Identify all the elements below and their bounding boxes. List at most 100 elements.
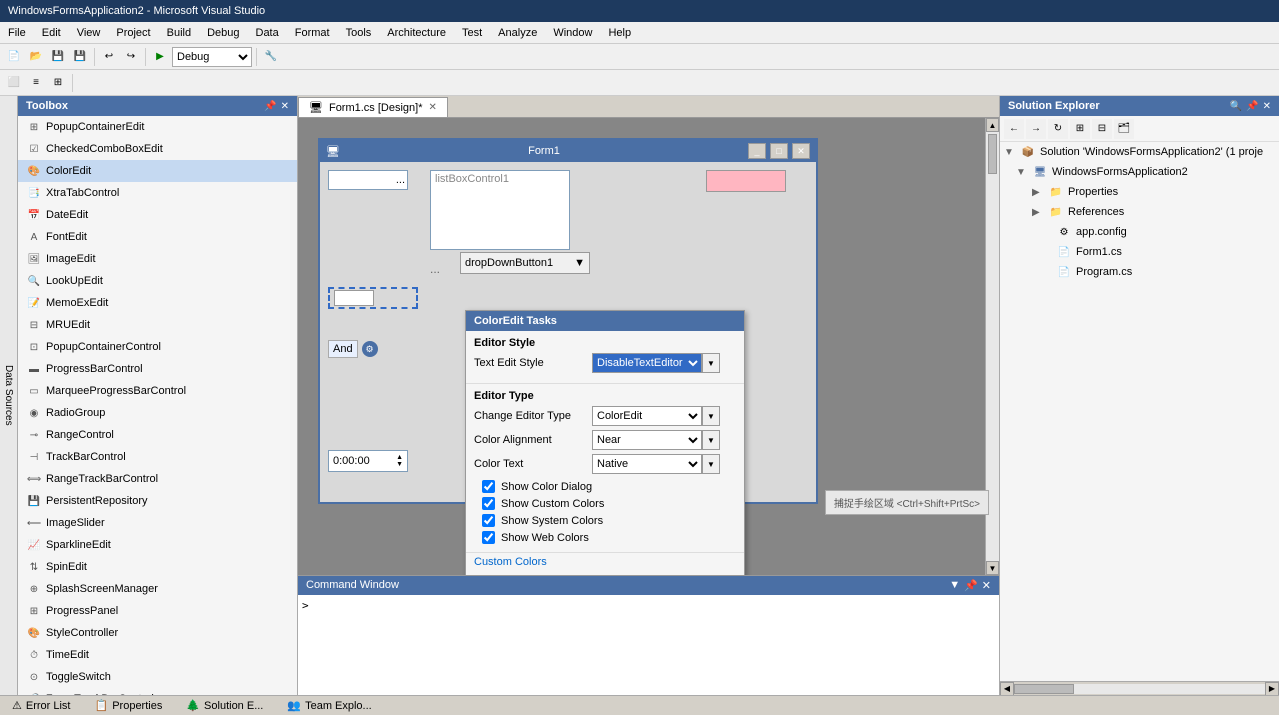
form-textbox-1[interactable]: ... [328,170,408,190]
bottom-tab-solutionexplorer[interactable]: 🌲 Solution E... [174,697,275,714]
se-showallfiles-btn[interactable]: 🗂 [1114,119,1134,139]
se-forward-btn[interactable]: → [1026,119,1046,139]
tree-item-appconfig[interactable]: ⚙ app.config [1000,222,1279,242]
toolbox-item-radiogroup[interactable]: ◉ RadioGroup [18,402,297,424]
change-editor-type-arrow[interactable]: ▼ [702,406,720,426]
hscrollbar-right-btn[interactable]: ▶ [1265,682,1279,696]
menu-analyze[interactable]: Analyze [490,25,545,41]
form-window[interactable]: 🖥 Form1 _ □ ✕ ... listB [318,138,818,504]
color-text-dropdown[interactable]: Native [592,454,702,474]
toolbox-item-imageslider[interactable]: ⟵ ImageSlider [18,512,297,534]
toolbox-close-btn[interactable]: ✕ [281,101,289,112]
save-btn[interactable]: 💾 [48,47,68,67]
menu-data[interactable]: Data [248,25,287,41]
tree-item-references[interactable]: ▶ 📁 References [1000,202,1279,222]
se-refresh-btn[interactable]: ↻ [1048,119,1068,139]
menu-window[interactable]: Window [545,25,600,41]
open-file-btn[interactable]: 📂 [26,47,46,67]
toolbox-item-dateedit[interactable]: 📅 DateEdit [18,204,297,226]
change-editor-type-dropdown[interactable]: ColorEdit [592,406,702,426]
form-time-spinner[interactable]: ▲ ▼ [396,454,403,468]
learn-more-link[interactable]: Learn More Online [466,571,744,575]
text-edit-style-dropdown[interactable]: DisableTextEditor [592,353,702,373]
form-minimize-btn[interactable]: _ [748,143,766,159]
tree-item-form1cs[interactable]: 📄 Form1.cs [1000,242,1279,262]
form-maximize-btn[interactable]: □ [770,143,788,159]
designer-tab-form1[interactable]: 🖥 Form1.cs [Design]* ✕ [298,97,448,117]
toolbox-item-imageedit[interactable]: 🖼 ImageEdit [18,248,297,270]
tree-expand-project[interactable]: ▼ [1016,167,1028,178]
menu-tools[interactable]: Tools [338,25,380,41]
menu-view[interactable]: View [69,25,109,41]
solution-explorer-pin-btn[interactable]: 📌 [1246,101,1258,112]
toolbox-item-lookupedit[interactable]: 🔍 LookUpEdit [18,270,297,292]
toolbox-item-fontedit[interactable]: A FontEdit [18,226,297,248]
solution-explorer-hscrollbar[interactable]: ◀ ▶ [1000,681,1279,695]
cmd-pin-btn[interactable]: 📌 [964,579,978,592]
cmd-dropdown-btn[interactable]: ▼ [949,579,960,592]
hscrollbar-track[interactable] [1014,684,1265,694]
toolbox-item-mruedit[interactable]: ⊟ MRUEdit [18,314,297,336]
toolbox-item-persistentrepo[interactable]: 💾 PersistentRepository [18,490,297,512]
se-expand-btn[interactable]: ⊞ [1070,119,1090,139]
hscrollbar-thumb[interactable] [1014,684,1074,694]
menu-architecture[interactable]: Architecture [379,25,454,41]
tree-item-project[interactable]: ▼ 🖥 WindowsFormsApplication2 [1000,162,1279,182]
new-project-btn[interactable]: 📄 [4,47,24,67]
form-dropdown-btn[interactable]: dropDownButton1 ▼ [460,252,590,274]
format-btn[interactable]: ⬜ [4,73,24,93]
toolbox-item-toggleswitch[interactable]: ⊙ ToggleSwitch [18,666,297,688]
form-listbox-1[interactable]: listBoxControl1 [430,170,570,250]
menu-build[interactable]: Build [159,25,199,41]
size-btn[interactable]: ⊞ [48,73,68,93]
align-btn[interactable]: ≡ [26,73,46,93]
redo-btn[interactable]: ↪ [121,47,141,67]
se-collapse-btn[interactable]: ⊟ [1092,119,1112,139]
toolbox-item-popupcontainercontrol[interactable]: ⊡ PopupContainerControl [18,336,297,358]
save-all-btn[interactable]: 💾 [70,47,90,67]
toolbox-item-memoexedit[interactable]: 📝 MemoExEdit [18,292,297,314]
start-btn[interactable]: ▶ [150,47,170,67]
toolbox-item-checkedcombobox[interactable]: ☑ CheckedComboBoxEdit [18,138,297,160]
menu-debug[interactable]: Debug [199,25,247,41]
form-color-control[interactable] [706,170,786,192]
show-custom-colors-checkbox[interactable] [482,497,495,510]
toolbox-item-rangetrackbar[interactable]: ⟺ RangeTrackBarControl [18,468,297,490]
solution-explorer-search-btn[interactable]: 🔍 [1230,101,1242,112]
debug-config-dropdown[interactable]: Debug [172,47,252,67]
toolbox-item-spinedit[interactable]: ⇅ SpinEdit [18,556,297,578]
toolbox-item-progresspanel[interactable]: ⊞ ProgressPanel [18,600,297,622]
text-edit-style-arrow[interactable]: ▼ [702,353,720,373]
toolbox-item-zoomtrackbar[interactable]: 🔎 ZoomTrackBarControl [18,688,297,695]
color-alignment-arrow[interactable]: ▼ [702,430,720,450]
form-close-btn[interactable]: ✕ [792,143,810,159]
scrollbar-up-btn[interactable]: ▲ [986,118,999,132]
bottom-tab-errorlist[interactable]: ⚠ Error List [0,697,83,714]
scrollbar-down-btn[interactable]: ▼ [986,561,999,575]
menu-edit[interactable]: Edit [34,25,69,41]
show-color-dialog-checkbox[interactable] [482,480,495,493]
toolbox-item-sparkline[interactable]: 📈 SparklineEdit [18,534,297,556]
toolbox-item-splashscreen[interactable]: ⊕ SplashScreenManager [18,578,297,600]
tree-item-programcs[interactable]: 📄 Program.cs [1000,262,1279,282]
toolbox-item-trackbar[interactable]: ⊣ TrackBarControl [18,446,297,468]
form-time-control[interactable]: 0:00:00 ▲ ▼ [328,450,408,472]
toolbox-item-marqueeprogress[interactable]: ▭ MarqueeProgressBarControl [18,380,297,402]
toolbox-item-popupcontaineredit[interactable]: ⊞ PopupContainerEdit [18,116,297,138]
form-selection-box[interactable] [328,287,418,309]
solution-explorer-close-btn[interactable]: ✕ [1263,101,1271,112]
bottom-tab-teamexplorer[interactable]: 👥 Team Explo... [275,697,383,714]
tree-item-properties[interactable]: ▶ 📁 Properties [1000,182,1279,202]
bottom-tab-properties[interactable]: 📋 Properties [83,697,175,714]
toolbox-item-xtratab[interactable]: 📑 XtraTabControl [18,182,297,204]
toolbox-pin-btn[interactable]: 📌 [264,101,276,112]
menu-project[interactable]: Project [108,25,158,41]
menu-file[interactable]: File [0,25,34,41]
se-back-btn[interactable]: ← [1004,119,1024,139]
custom-colors-link[interactable]: Custom Colors [466,553,744,571]
tree-expand-references[interactable]: ▶ [1032,207,1044,218]
form-selected-control[interactable] [334,290,374,306]
data-sources-tab[interactable]: Data Sources [0,96,18,695]
toolbox-item-progressbar[interactable]: ▬ ProgressBarControl [18,358,297,380]
designer-tab-close[interactable]: ✕ [429,102,437,113]
